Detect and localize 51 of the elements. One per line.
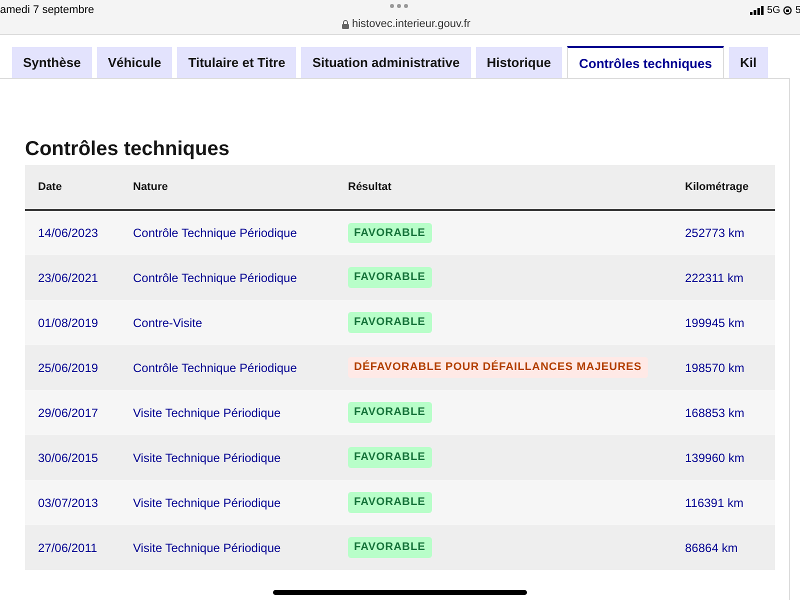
nature-cell: Contrôle Technique Périodique [133,255,348,300]
date-cell: 27/06/2011 [25,525,133,570]
column-header: Kilométrage [685,165,775,210]
nature-cell: Contre-Visite [133,300,348,345]
result-badge: FAVORABLE [348,222,432,244]
result-badge: FAVORABLE [348,312,432,333]
result-badge: FAVORABLE [348,447,432,468]
nature-cell: Visite Technique Périodique [133,390,348,435]
date-cell: 23/06/2021 [25,255,133,300]
lock-icon [342,20,349,29]
mileage-cell: 222311 km [685,255,775,300]
tab[interactable]: Synthèse [12,47,92,78]
result-badge: FAVORABLE [348,267,432,288]
mileage-cell: 139960 km [685,435,775,480]
url-text[interactable]: histovec.interieur.gouv.fr [352,16,470,32]
nature-cell: Visite Technique Périodique [133,480,348,525]
result-badge: FAVORABLE [348,492,432,513]
date-cell: 25/06/2019 [25,345,133,390]
mileage-cell: 86864 km [685,525,775,570]
date-cell: 30/06/2015 [25,435,133,480]
tab[interactable]: Contrôles techniques [567,46,724,78]
signal-icon [750,6,764,15]
tab[interactable]: Véhicule [96,47,172,78]
mileage-cell: 116391 km [685,480,775,525]
tab[interactable]: Historique [476,47,562,78]
mileage-cell: 168853 km [685,390,775,435]
rotation-lock-icon [783,6,792,15]
nature-cell: Contrôle Technique Périodique [133,210,348,255]
tab[interactable]: Kil [728,47,768,78]
tab[interactable]: Situation administrative [301,47,471,78]
mileage-cell: 199945 km [685,300,775,345]
nature-cell: Visite Technique Périodique [133,525,348,570]
more-dots-icon[interactable] [390,4,408,8]
nature-cell: Contrôle Technique Périodique [133,345,348,390]
date-cell: 03/07/2013 [25,480,133,525]
mileage-cell: 198570 km [685,345,775,390]
date-cell: 14/06/2023 [25,210,133,255]
column-header: Nature [133,165,348,210]
result-badge: DÉFAVORABLE POUR DÉFAILLANCES MAJEURES [348,357,648,378]
column-header: Résultat [348,165,685,210]
mileage-cell: 252773 km [685,210,775,255]
nature-cell: Visite Technique Périodique [133,435,348,480]
result-badge: FAVORABLE [348,537,432,558]
network-label: 5G [767,4,780,18]
date-cell: 01/08/2019 [25,300,133,345]
status-date: amedi 7 septembre [0,3,94,18]
column-header: Date [25,165,133,210]
result-badge: FAVORABLE [348,402,432,423]
tab[interactable]: Titulaire et Titre [177,47,296,78]
date-cell: 29/06/2017 [25,390,133,435]
section-title: Contrôles techniques [25,137,230,162]
